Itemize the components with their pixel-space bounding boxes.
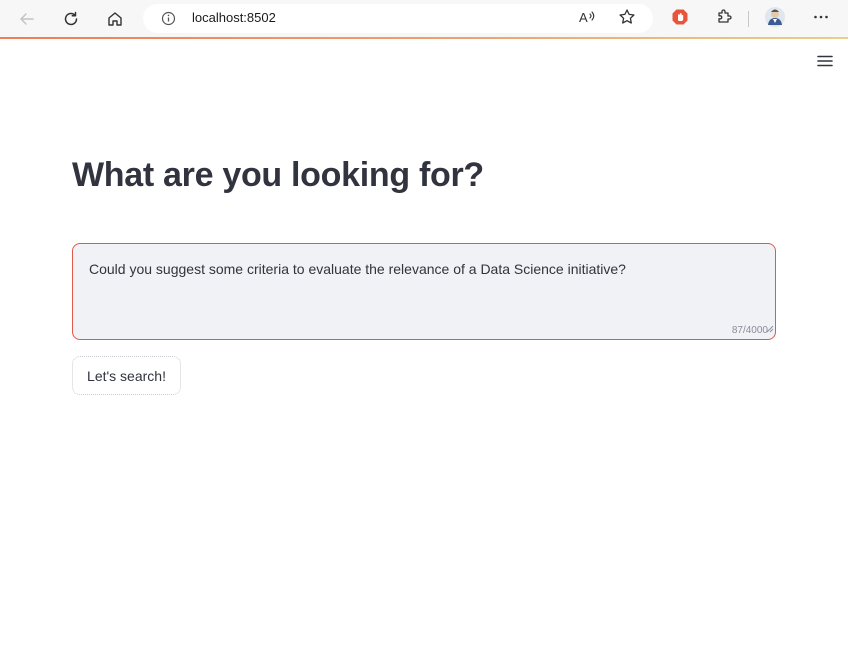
- url-text[interactable]: localhost:8502: [192, 10, 276, 25]
- refresh-icon: [62, 10, 80, 28]
- back-arrow-icon: [18, 10, 36, 28]
- home-icon: [106, 10, 124, 28]
- page-title: What are you looking for?: [72, 156, 484, 194]
- page-loading-accent-bar: [0, 37, 848, 39]
- query-textarea-container: Could you suggest some criteria to evalu…: [72, 243, 776, 340]
- read-aloud-icon: A: [578, 9, 596, 30]
- character-counter: 87/4000: [731, 325, 768, 336]
- query-textarea[interactable]: Could you suggest some criteria to evalu…: [73, 244, 775, 339]
- info-icon[interactable]: [161, 11, 176, 31]
- extensions-button[interactable]: [710, 5, 738, 33]
- resize-grip-icon[interactable]: [766, 320, 774, 338]
- home-button[interactable]: [101, 5, 129, 33]
- favorite-star-icon: [618, 8, 636, 31]
- profile-avatar: [764, 6, 786, 33]
- search-button[interactable]: Let's search!: [72, 356, 181, 395]
- extensions-puzzle-icon: [715, 8, 733, 31]
- adblock-extension-icon: [671, 8, 689, 31]
- adblock-extension-button[interactable]: [666, 5, 694, 33]
- main-menu-button[interactable]: [815, 55, 835, 71]
- more-options-icon: [812, 8, 830, 31]
- favorite-button[interactable]: [616, 8, 638, 30]
- address-bar[interactable]: localhost:8502 A: [143, 4, 653, 33]
- back-button[interactable]: [13, 5, 41, 33]
- toolbar-separator: [748, 11, 749, 27]
- hamburger-menu-icon: [817, 54, 833, 72]
- svg-text:A: A: [579, 10, 588, 25]
- more-options-button[interactable]: [807, 5, 835, 33]
- refresh-button[interactable]: [57, 5, 85, 33]
- read-aloud-button[interactable]: A: [576, 8, 598, 30]
- profile-button[interactable]: [761, 5, 789, 33]
- browser-toolbar: localhost:8502 A: [0, 0, 848, 38]
